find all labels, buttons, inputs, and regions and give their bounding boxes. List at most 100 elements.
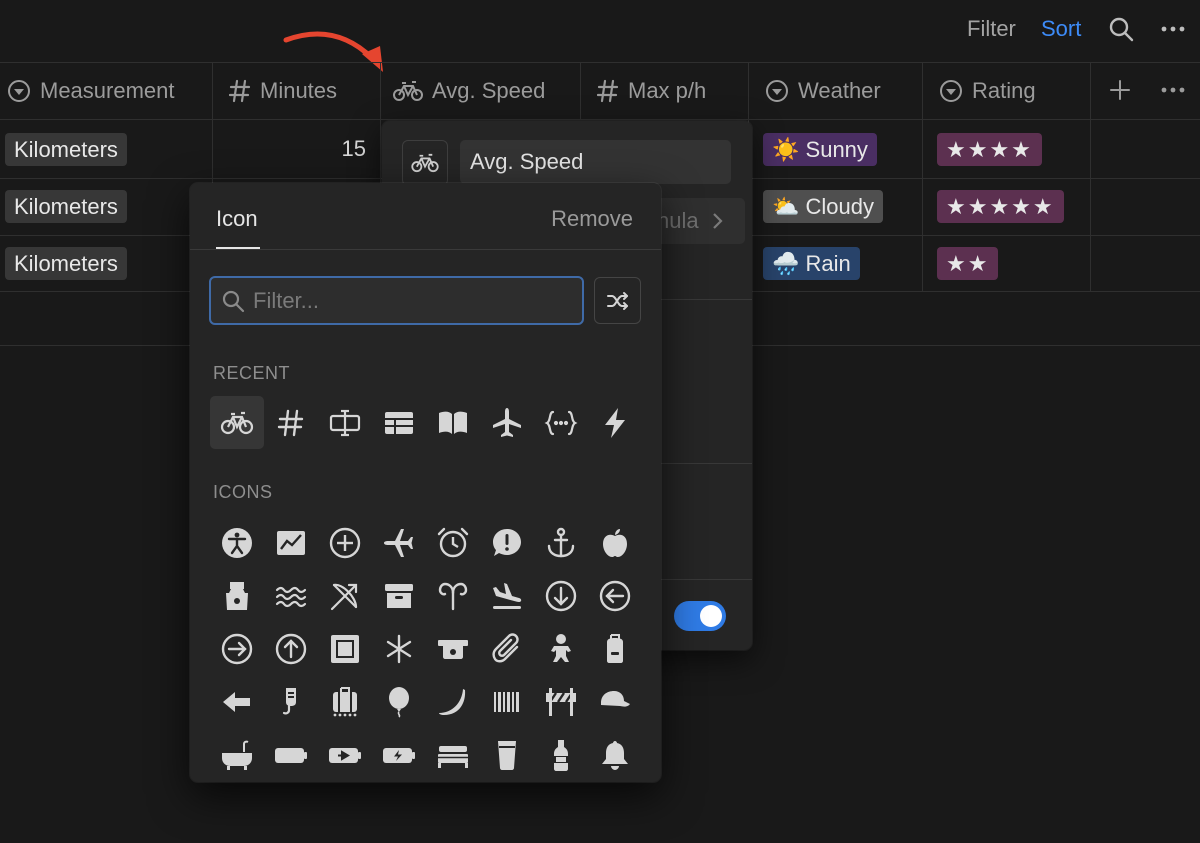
arrow-right-circle-icon[interactable] bbox=[210, 622, 264, 675]
arrow-left-icon[interactable] bbox=[210, 675, 264, 728]
arrow-down-circle-icon[interactable] bbox=[534, 569, 588, 622]
airplane-icon[interactable] bbox=[372, 516, 426, 569]
battery-charging-icon[interactable] bbox=[318, 728, 372, 781]
baseball-cap-icon[interactable] bbox=[588, 675, 642, 728]
arrow-up-circle-icon[interactable] bbox=[264, 622, 318, 675]
rating-tag[interactable]: ★★ bbox=[937, 247, 999, 280]
weather-label: Cloudy bbox=[805, 194, 875, 219]
measurement-tag[interactable]: Kilometers bbox=[5, 247, 127, 280]
property-toggle[interactable] bbox=[674, 601, 726, 631]
weather-tag[interactable]: ⛅ Cloudy bbox=[763, 190, 884, 223]
column-label: Max p/h bbox=[628, 77, 707, 103]
paperclip-icon[interactable] bbox=[480, 622, 534, 675]
minutes-value[interactable]: 15 bbox=[300, 136, 366, 162]
anchor-icon[interactable] bbox=[534, 516, 588, 569]
arrow-left-circle-icon[interactable] bbox=[588, 569, 642, 622]
table-icon[interactable] bbox=[372, 396, 426, 449]
waves-icon[interactable] bbox=[264, 569, 318, 622]
bell-icon[interactable] bbox=[588, 728, 642, 781]
chevron-right-icon bbox=[713, 213, 723, 229]
select-circle-icon bbox=[940, 79, 962, 102]
toggle-knob bbox=[700, 605, 722, 627]
column-header-measurement[interactable]: Measurement bbox=[7, 62, 175, 119]
baby-icon[interactable] bbox=[534, 622, 588, 675]
beer-glass-icon[interactable] bbox=[480, 728, 534, 781]
add-property-icon[interactable] bbox=[1107, 77, 1133, 103]
property-type-label: nula bbox=[657, 208, 699, 233]
weather-tag[interactable]: ☀️ Sunny bbox=[763, 133, 877, 166]
recent-icon-grid bbox=[210, 396, 642, 449]
column-header-max-ph[interactable]: Max p/h bbox=[597, 62, 706, 119]
select-circle-icon bbox=[8, 79, 30, 102]
hash-icon bbox=[229, 79, 251, 102]
view-toolbar: Filter Sort bbox=[0, 0, 1200, 62]
hash-icon bbox=[597, 79, 619, 102]
battery-bolt-icon[interactable] bbox=[372, 728, 426, 781]
recent-section-label: RECENT bbox=[213, 363, 291, 383]
airplane-icon[interactable] bbox=[480, 396, 534, 449]
plus-circle-icon[interactable] bbox=[318, 516, 372, 569]
picture-frame-icon[interactable] bbox=[318, 622, 372, 675]
hash-icon[interactable] bbox=[264, 396, 318, 449]
barrier-icon[interactable] bbox=[534, 675, 588, 728]
alert-bubble-icon[interactable] bbox=[480, 516, 534, 569]
column-label: Rating bbox=[972, 77, 1036, 103]
search-icon[interactable] bbox=[1108, 16, 1134, 42]
filter-button[interactable]: Filter bbox=[967, 16, 1016, 42]
alarm-clock-icon[interactable] bbox=[426, 516, 480, 569]
battery-icon[interactable] bbox=[264, 728, 318, 781]
icon-picker-popover: Icon Remove RECENT ICONS bbox=[190, 183, 661, 782]
aries-icon[interactable] bbox=[426, 569, 480, 622]
airplane-landing-icon[interactable] bbox=[480, 569, 534, 622]
bicycle-icon bbox=[393, 80, 423, 101]
apron-icon[interactable] bbox=[210, 569, 264, 622]
lightning-icon[interactable] bbox=[588, 396, 642, 449]
column-more-icon[interactable] bbox=[1160, 77, 1186, 103]
baby-bottle-icon[interactable] bbox=[264, 675, 318, 728]
archive-box-icon[interactable] bbox=[372, 569, 426, 622]
balloon-icon[interactable] bbox=[372, 675, 426, 728]
rating-tag[interactable]: ★★★★ bbox=[937, 133, 1042, 166]
icons-section-label: ICONS bbox=[213, 482, 273, 502]
measurement-tag[interactable]: Kilometers bbox=[5, 133, 127, 166]
shuffle-icon bbox=[606, 291, 628, 310]
column-header-avg-speed[interactable]: Avg. Speed bbox=[393, 62, 545, 119]
tab-icon[interactable]: Icon bbox=[216, 206, 258, 232]
atm-icon[interactable] bbox=[426, 622, 480, 675]
more-options-icon[interactable] bbox=[1160, 16, 1186, 42]
text-cursor-icon[interactable] bbox=[318, 396, 372, 449]
archery-icon[interactable] bbox=[318, 569, 372, 622]
icon-grid bbox=[210, 516, 642, 781]
column-label: Avg. Speed bbox=[432, 77, 546, 103]
asterisk-icon[interactable] bbox=[372, 622, 426, 675]
random-icon-button[interactable] bbox=[594, 277, 641, 324]
column-header-minutes[interactable]: Minutes bbox=[229, 62, 337, 119]
measurement-tag[interactable]: Kilometers bbox=[5, 190, 127, 223]
banana-icon[interactable] bbox=[426, 675, 480, 728]
rating-tag[interactable]: ★★★★★ bbox=[937, 190, 1064, 223]
sort-button[interactable]: Sort bbox=[1041, 16, 1081, 42]
weather-tag[interactable]: 🌧️ Rain bbox=[763, 247, 860, 280]
apple-icon[interactable] bbox=[588, 516, 642, 569]
property-name-input[interactable]: Avg. Speed bbox=[460, 140, 731, 184]
icon-filter-field[interactable] bbox=[209, 276, 584, 325]
column-header-rating[interactable]: Rating bbox=[939, 62, 1036, 119]
select-circle-icon bbox=[766, 79, 788, 102]
weather-emoji: 🌧️ bbox=[772, 251, 800, 276]
beer-bottle-icon[interactable] bbox=[534, 728, 588, 781]
luggage-icon[interactable] bbox=[318, 675, 372, 728]
accessibility-icon[interactable] bbox=[210, 516, 264, 569]
bed-icon[interactable] bbox=[426, 728, 480, 781]
book-icon[interactable] bbox=[426, 396, 480, 449]
chart-line-icon[interactable] bbox=[264, 516, 318, 569]
bathtub-icon[interactable] bbox=[210, 728, 264, 781]
barcode-icon[interactable] bbox=[480, 675, 534, 728]
backpack-icon[interactable] bbox=[588, 622, 642, 675]
remove-icon-button[interactable]: Remove bbox=[551, 206, 633, 232]
weather-emoji: ⛅ bbox=[772, 194, 800, 219]
icon-filter-input[interactable] bbox=[253, 287, 553, 314]
column-header-weather[interactable]: Weather bbox=[765, 62, 881, 119]
bicycle-icon[interactable] bbox=[210, 396, 264, 449]
code-braces-icon[interactable] bbox=[534, 396, 588, 449]
property-icon-button[interactable] bbox=[402, 140, 448, 186]
